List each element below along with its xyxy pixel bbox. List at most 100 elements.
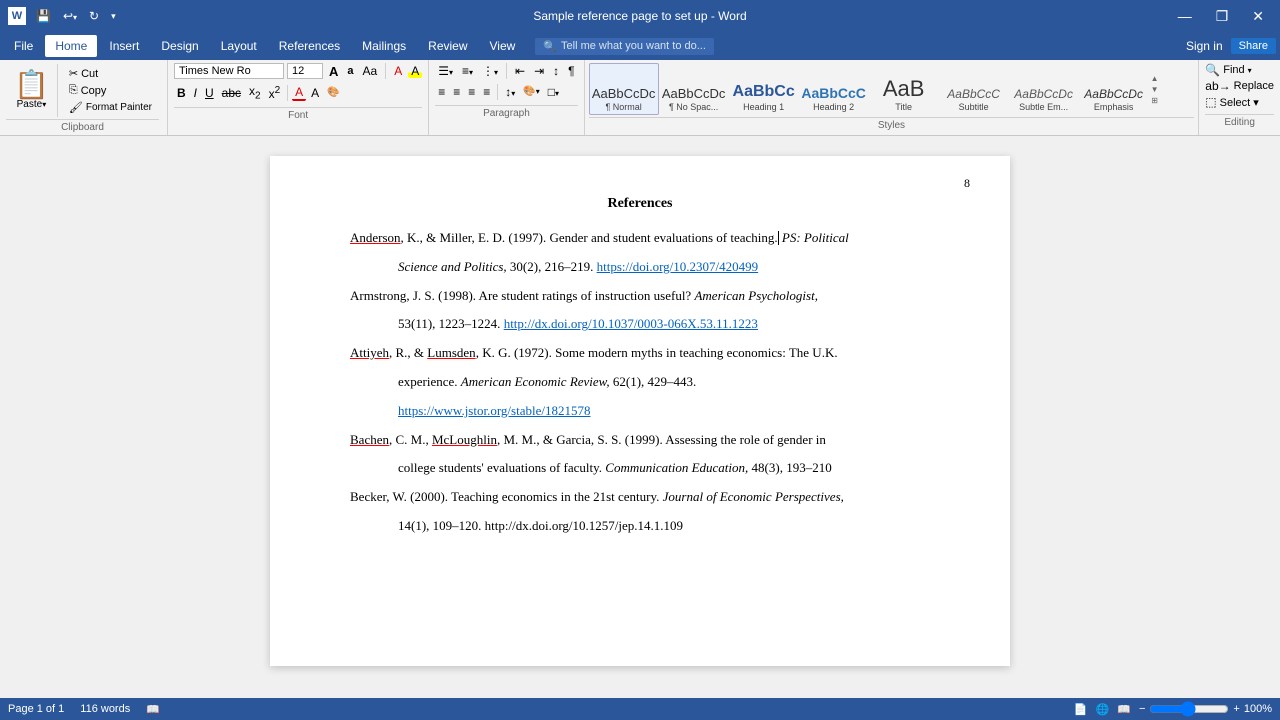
replace-icon: ab→ — [1205, 79, 1230, 93]
borders-button[interactable]: □▾ — [545, 85, 562, 99]
word-icon: W — [8, 7, 26, 25]
style-emphasis[interactable]: AaBbCcDc Emphasis — [1079, 63, 1149, 115]
cut-button[interactable]: ✂ Cut — [66, 66, 155, 81]
styles-scroll-down[interactable]: ▼ — [1151, 85, 1159, 94]
align-center-button[interactable]: ≡ — [450, 85, 463, 99]
copy-icon: ⎘ — [69, 84, 78, 97]
menu-view[interactable]: View — [480, 35, 526, 57]
font-section: A a Aa A A B I U abc x2 x2 A A 🎨 Font — [168, 60, 429, 135]
justify-button[interactable]: ≡ — [480, 85, 493, 99]
select-icon: ⬚ — [1205, 95, 1216, 109]
menu-review[interactable]: Review — [418, 35, 477, 57]
zoom-out-button[interactable]: − — [1139, 703, 1145, 715]
style-subtle-em[interactable]: AaBbCcDc Subtle Em... — [1009, 63, 1079, 115]
ref-bachen-cont: college students' evaluations of faculty… — [350, 458, 930, 479]
bold-button[interactable]: B — [174, 86, 189, 100]
style-heading2-label: Heading 2 — [813, 102, 854, 112]
numbering-button[interactable]: ≡▾ — [459, 64, 476, 78]
paste-button[interactable]: 📋 Paste▾ — [6, 64, 58, 117]
sign-in-area: Sign in Share — [1186, 38, 1276, 54]
replace-button[interactable]: ab→ Replace — [1205, 79, 1274, 93]
anderson-link[interactable]: https://doi.org/10.2307/420499 — [597, 259, 759, 274]
increase-indent-button[interactable]: ⇥ — [531, 64, 547, 78]
font-grow-button[interactable]: A — [326, 64, 341, 79]
close-button[interactable]: ✕ — [1244, 6, 1272, 27]
styles-scroll-up[interactable]: ▲ — [1151, 74, 1159, 83]
style-subtitle[interactable]: AaBbCcC Subtitle — [939, 63, 1009, 115]
text-highlight-button[interactable]: A — [308, 86, 322, 100]
bullets-button[interactable]: ☰▾ — [435, 64, 456, 78]
style-heading1-preview: AaBbCc — [733, 84, 795, 100]
tell-me-search[interactable]: 🔍 Tell me what you want to do... — [535, 38, 714, 55]
attiyeh-link[interactable]: https://www.jstor.org/stable/1821578 — [398, 403, 590, 418]
strikethrough-button[interactable]: abc — [219, 86, 244, 100]
find-button[interactable]: 🔍 Find ▾ — [1205, 63, 1274, 77]
style-heading2[interactable]: AaBbCcC Heading 2 — [799, 63, 869, 115]
document-view-read[interactable]: 📖 — [1117, 703, 1131, 716]
align-right-button[interactable]: ≡ — [465, 85, 478, 99]
multilevel-button[interactable]: ⋮▾ — [479, 64, 501, 78]
document-view-print[interactable]: 📄 — [1074, 703, 1088, 716]
styles-label: Styles — [589, 117, 1195, 133]
style-title[interactable]: AaB Title — [869, 63, 939, 115]
zoom-slider[interactable] — [1149, 701, 1229, 717]
menu-design[interactable]: Design — [151, 35, 208, 57]
ref-attiyeh-link: https://www.jstor.org/stable/1821578 — [350, 401, 930, 422]
italic-button[interactable]: I — [191, 86, 200, 100]
minimize-button[interactable]: — — [1170, 6, 1200, 26]
style-normal[interactable]: AaBbCcDc ¶ Normal — [589, 63, 659, 115]
document-view-web[interactable]: 🌐 — [1096, 703, 1110, 716]
style-emphasis-label: Emphasis — [1094, 102, 1134, 112]
menu-layout[interactable]: Layout — [211, 35, 267, 57]
ref-becker: Becker, W. (2000). Teaching economics in… — [350, 487, 930, 508]
style-heading1[interactable]: AaBbCc Heading 1 — [729, 63, 799, 115]
redo-button[interactable]: ↻ — [85, 7, 103, 25]
select-button[interactable]: ⬚ Select ▾ — [1205, 95, 1274, 109]
text-color-button[interactable]: A — [292, 85, 306, 101]
menu-insert[interactable]: Insert — [99, 35, 149, 57]
underline-button[interactable]: U — [202, 86, 217, 100]
subscript-button[interactable]: x2 — [246, 84, 264, 102]
copy-button[interactable]: ⎘ Copy — [66, 83, 155, 98]
show-formatting-button[interactable]: ¶ — [565, 64, 577, 78]
save-button[interactable]: 💾 — [32, 7, 55, 25]
sort-button[interactable]: ↕ — [550, 64, 562, 78]
shading-btn2[interactable]: 🎨▾ — [520, 86, 542, 98]
find-icon: 🔍 — [1205, 63, 1220, 77]
decrease-indent-button[interactable]: ⇤ — [512, 64, 528, 78]
word-count: 116 words — [80, 703, 130, 715]
zoom-in-button[interactable]: + — [1233, 703, 1239, 715]
customize-button[interactable]: ▾ — [107, 9, 120, 24]
undo-button[interactable]: ↩▾ — [59, 7, 81, 25]
styles-expand[interactable]: ⊞ — [1151, 96, 1159, 105]
menu-file[interactable]: File — [4, 35, 43, 57]
style-no-space-label: ¶ No Spac... — [669, 102, 718, 112]
menu-references[interactable]: References — [269, 35, 350, 57]
ref-armstrong: Armstrong, J. S. (1998). Are student rat… — [350, 286, 930, 307]
document-page[interactable]: 8 References Anderson, K., & Miller, E. … — [270, 156, 1010, 666]
style-title-preview: AaB — [883, 78, 925, 100]
style-no-space[interactable]: AaBbCcDc ¶ No Spac... — [659, 63, 729, 115]
line-spacing-button[interactable]: ↕▾ — [502, 85, 518, 99]
align-left-button[interactable]: ≡ — [435, 85, 448, 99]
window-controls: — ❐ ✕ — [1170, 6, 1272, 27]
title-bar: W 💾 ↩▾ ↻ ▾ Sample reference page to set … — [0, 0, 1280, 32]
sign-in-button[interactable]: Sign in — [1186, 39, 1223, 53]
font-name-input[interactable] — [174, 63, 284, 79]
share-button[interactable]: Share — [1231, 38, 1276, 54]
clear-formatting-button[interactable]: A — [391, 64, 405, 78]
superscript-button[interactable]: x2 — [266, 85, 284, 101]
editing-label: Editing — [1205, 114, 1274, 130]
menu-home[interactable]: Home — [45, 35, 97, 57]
armstrong-link[interactable]: http://dx.doi.org/10.1037/0003-066X.53.1… — [504, 316, 758, 331]
menu-mailings[interactable]: Mailings — [352, 35, 416, 57]
change-case-button[interactable]: Aa — [360, 64, 381, 78]
font-size-input[interactable] — [287, 63, 323, 79]
highlight-button[interactable]: A — [408, 64, 422, 78]
shading-btn[interactable]: 🎨 — [324, 87, 342, 99]
font-shrink-button[interactable]: a — [344, 65, 356, 78]
format-painter-button[interactable]: 🖌 Format Painter — [66, 100, 155, 115]
restore-button[interactable]: ❐ — [1208, 6, 1237, 27]
ref-bachen: Bachen, C. M., McLoughlin, M. M., & Garc… — [350, 430, 930, 451]
style-normal-label: ¶ Normal — [605, 102, 641, 112]
